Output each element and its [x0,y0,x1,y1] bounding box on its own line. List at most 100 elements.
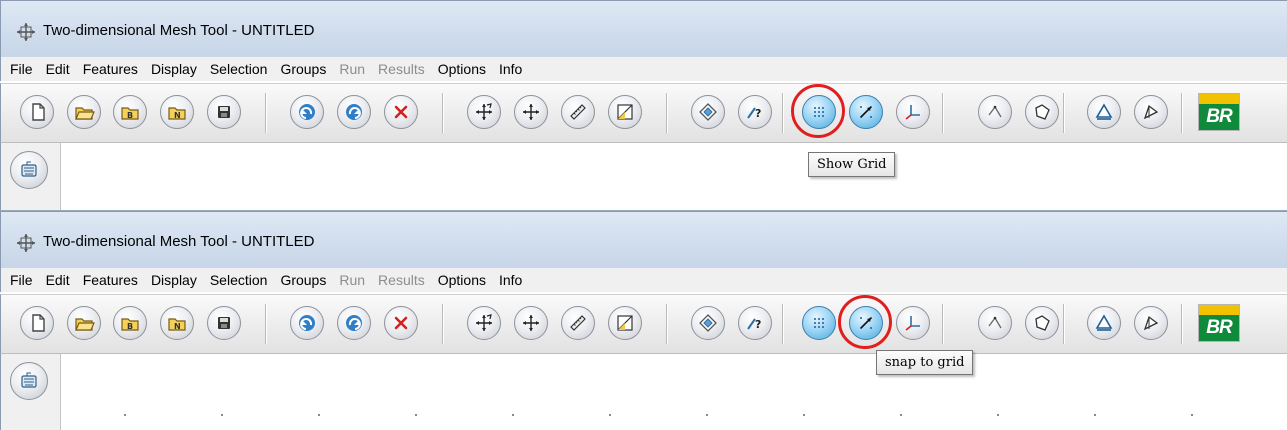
redo-button[interactable] [337,95,371,129]
menu-file[interactable]: File [10,61,33,77]
menu-edit[interactable]: Edit [46,272,70,288]
left-panel [0,143,61,210]
diamond-layers-icon [699,103,717,121]
grid-dot [706,414,708,416]
svg-text:N: N [174,322,181,331]
open-n-button[interactable]: N [160,306,194,340]
open-button[interactable] [67,95,101,129]
save-button[interactable] [207,95,241,129]
menu-options[interactable]: Options [438,272,486,288]
redo-icon [346,315,362,331]
open-button[interactable] [67,306,101,340]
title-bar[interactable]: Two-dimensional Mesh Tool - UNTITLED [0,211,1287,268]
mesh-app-icon [17,23,35,41]
keyboard-icon [21,161,37,177]
menu-features[interactable]: Features [83,61,138,77]
triangle-mesh-button[interactable] [1087,306,1121,340]
show-grid-button[interactable] [802,306,836,340]
pan-button[interactable] [514,95,548,129]
open-folder-icon [75,107,95,120]
grid-dot [900,414,902,416]
menu-results[interactable]: Results [378,272,425,288]
menu-bar: File Edit Features Display Selection Groups Ru… [0,268,1287,292]
drawing-canvas[interactable] [62,354,1287,430]
zoom-button[interactable] [467,306,501,340]
mesh-generate-icon [1143,104,1159,120]
zoom-button[interactable] [467,95,501,129]
triangle-mesh-button[interactable] [1087,95,1121,129]
menu-options[interactable]: Options [438,61,486,77]
query-button[interactable]: ? [738,306,772,340]
pan-button[interactable] [514,306,548,340]
toolbar-separator [1181,304,1182,344]
menu-display[interactable]: Display [151,61,197,77]
menu-features[interactable]: Features [83,272,138,288]
toolbar-separator [265,93,266,133]
region-button[interactable] [1025,306,1059,340]
menu-file[interactable]: File [10,272,33,288]
toolbar-separator [1063,93,1064,133]
open-b-button[interactable]: B [113,95,147,129]
axes-button[interactable] [896,95,930,129]
region-icon [1035,104,1050,120]
highlight-circle [791,84,845,138]
svg-text:B: B [127,322,133,331]
menu-edit[interactable]: Edit [46,61,70,77]
save-button[interactable] [207,306,241,340]
pan-arrows-icon [523,104,539,120]
mesh-app-icon [17,234,35,252]
mesh-generate-button[interactable] [1134,95,1168,129]
features-button[interactable] [691,306,725,340]
edge-button[interactable] [978,95,1012,129]
menu-results[interactable]: Results [378,61,425,77]
axes-button[interactable] [896,306,930,340]
mesh-generate-icon [1143,315,1159,331]
delete-x-icon [394,105,408,119]
scale-button[interactable] [608,306,642,340]
menu-info[interactable]: Info [499,272,522,288]
drawing-canvas[interactable] [62,143,1287,210]
menu-info[interactable]: Info [499,61,522,77]
keyboard-icon [21,372,37,388]
features-button[interactable] [691,95,725,129]
new-button[interactable] [20,306,54,340]
open-b-button[interactable]: B [113,306,147,340]
mesh-generate-button[interactable] [1134,306,1168,340]
delete-button[interactable] [384,95,418,129]
triangle-icon [1095,314,1113,331]
open-n-button[interactable]: N [160,95,194,129]
scale-button[interactable] [608,95,642,129]
menu-display[interactable]: Display [151,272,197,288]
undo-button[interactable] [290,306,324,340]
new-button[interactable] [20,95,54,129]
measure-button[interactable] [561,95,595,129]
keyboard-button[interactable] [10,362,48,400]
measure-button[interactable] [561,306,595,340]
open-folder-n-icon: N [168,318,186,331]
query-button[interactable]: ? [738,95,772,129]
redo-button[interactable] [337,306,371,340]
grid-dot [1094,414,1096,416]
menu-run[interactable]: Run [339,272,365,288]
open-folder-n-icon: N [168,107,186,120]
edge-button[interactable] [978,306,1012,340]
menu-groups[interactable]: Groups [280,272,326,288]
menu-run[interactable]: Run [339,61,365,77]
svg-text:B: B [127,111,133,120]
menu-selection[interactable]: Selection [210,272,268,288]
petrobras-logo: BR [1198,93,1240,131]
window-title: Two-dimensional Mesh Tool - UNTITLED [43,22,315,39]
mesh-app-icon [15,21,37,43]
undo-button[interactable] [290,95,324,129]
snap-to-grid-button[interactable] [849,95,883,129]
toolbar-separator [442,93,443,133]
menu-groups[interactable]: Groups [280,61,326,77]
title-bar[interactable]: Two-dimensional Mesh Tool - UNTITLED [0,0,1287,57]
new-document-icon [32,103,45,121]
region-button[interactable] [1025,95,1059,129]
menu-selection[interactable]: Selection [210,61,268,77]
delete-button[interactable] [384,306,418,340]
toolbar-separator [666,304,667,344]
keyboard-button[interactable] [10,151,48,189]
save-disk-icon [218,317,230,329]
